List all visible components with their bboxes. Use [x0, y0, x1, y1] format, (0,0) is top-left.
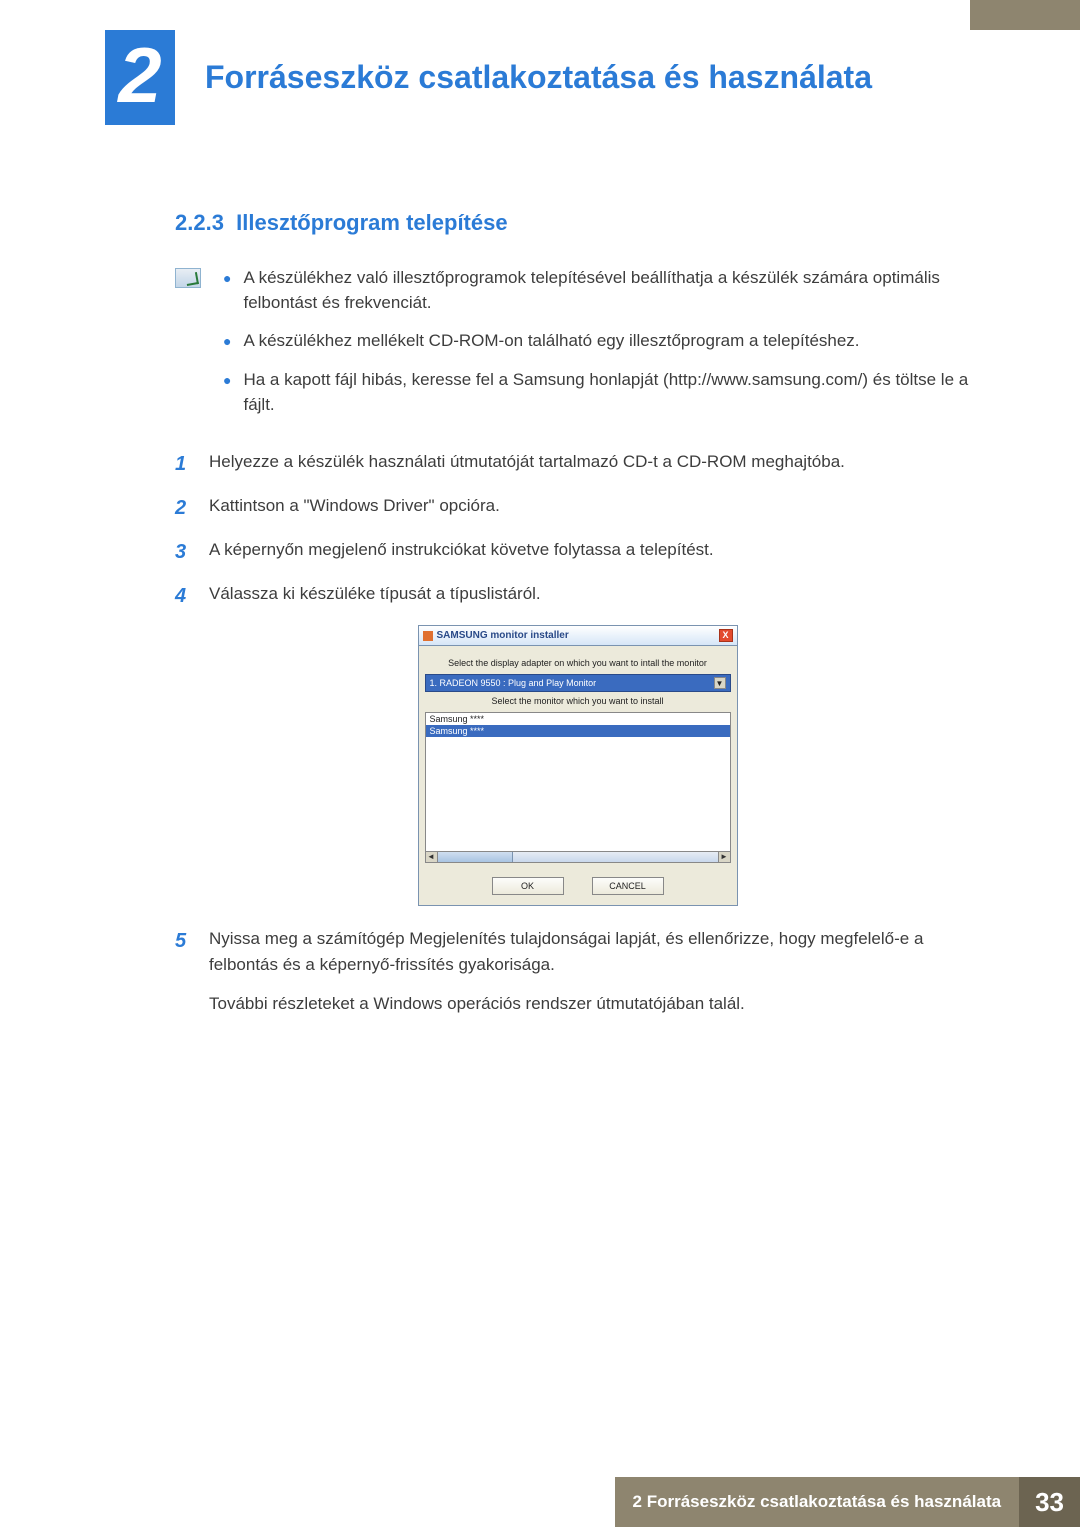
footer-chapter-label: 2 Forráseszköz csatlakoztatása és haszná… [615, 1477, 1020, 1527]
monitor-listbox[interactable]: Samsung **** Samsung **** [425, 712, 731, 852]
footer-page-number: 33 [1019, 1477, 1080, 1527]
section-number: 2.2.3 [175, 210, 224, 235]
step-5: 5 Nyissa meg a számítógép Megjelenítés t… [175, 926, 980, 977]
step-number: 2 [175, 493, 193, 523]
window-titlebar: SAMSUNG monitor installer X [419, 626, 737, 646]
ok-button[interactable]: OK [492, 877, 564, 895]
chapter-header: 2 Forráseszköz csatlakoztatása és haszná… [105, 30, 1080, 125]
note-block: ● A készülékhez való illesztőprogramok t… [175, 266, 980, 431]
bullet-dot-icon: ● [223, 266, 231, 290]
note-bullet-list: ● A készülékhez való illesztőprogramok t… [223, 266, 980, 431]
step-text: Nyissa meg a számítógép Megjelenítés tul… [209, 926, 980, 977]
section-heading: 2.2.3 Illesztőprogram telepítése [175, 210, 980, 236]
step-text: Kattintson a "Windows Driver" opcióra. [209, 493, 980, 519]
step-3: 3 A képernyőn megjelenő instrukciókat kö… [175, 537, 980, 567]
step-2: 2 Kattintson a "Windows Driver" opcióra. [175, 493, 980, 523]
step-1: 1 Helyezze a készülék használati útmutat… [175, 449, 980, 479]
page-content: 2.2.3 Illesztőprogram telepítése ● A kés… [175, 210, 980, 1017]
step-number: 1 [175, 449, 193, 479]
note-icon [175, 268, 201, 288]
window-body: Select the display adapter on which you … [419, 646, 737, 905]
scroll-left-icon[interactable]: ◄ [426, 852, 438, 862]
step-number: 3 [175, 537, 193, 567]
step-text: Válassza ki készüléke típusát a típuslis… [209, 581, 980, 607]
list-item-selected[interactable]: Samsung **** [426, 725, 730, 737]
step-number: 5 [175, 926, 193, 956]
chapter-title: Forráseszköz csatlakoztatása és használa… [205, 59, 872, 96]
scroll-track[interactable] [438, 852, 718, 862]
adapter-dropdown[interactable]: 1. RADEON 9550 : Plug and Play Monitor ▼ [425, 674, 731, 692]
bullet-dot-icon: ● [223, 368, 231, 392]
top-accent-stripe [970, 0, 1080, 30]
scroll-thumb[interactable] [438, 852, 513, 862]
note-bullet-item: ● A készülékhez mellékelt CD-ROM-on talá… [223, 329, 980, 354]
note-bullet-item: ● Ha a kapott fájl hibás, keresse fel a … [223, 368, 980, 417]
note-bullet-item: ● A készülékhez való illesztőprogramok t… [223, 266, 980, 315]
step-text: Helyezze a készülék használati útmutatój… [209, 449, 980, 475]
list-item[interactable]: Samsung **** [426, 713, 730, 725]
page-footer: 2 Forráseszköz csatlakoztatása és haszná… [0, 1477, 1080, 1527]
step-number: 4 [175, 581, 193, 611]
monitor-label: Select the monitor which you want to ins… [425, 696, 731, 706]
dropdown-value: 1. RADEON 9550 : Plug and Play Monitor [430, 678, 597, 688]
close-icon[interactable]: X [719, 629, 733, 642]
cancel-button[interactable]: CANCEL [592, 877, 664, 895]
step-5-extra: További részleteket a Windows operációs … [209, 991, 980, 1017]
section-title: Illesztőprogram telepítése [236, 210, 507, 235]
chevron-down-icon[interactable]: ▼ [714, 677, 726, 689]
adapter-label: Select the display adapter on which you … [425, 658, 731, 668]
bullet-dot-icon: ● [223, 329, 231, 353]
step-4: 4 Válassza ki készüléke típusát a típusl… [175, 581, 980, 611]
button-row: OK CANCEL [425, 877, 731, 895]
app-icon [423, 631, 433, 641]
note-text: A készülékhez mellékelt CD-ROM-on találh… [243, 329, 859, 354]
step-text: A képernyőn megjelenő instrukciókat köve… [209, 537, 980, 563]
note-text: Ha a kapott fájl hibás, keresse fel a Sa… [243, 368, 980, 417]
scroll-right-icon[interactable]: ► [718, 852, 730, 862]
horizontal-scrollbar[interactable]: ◄ ► [425, 851, 731, 863]
window-title: SAMSUNG monitor installer [437, 630, 569, 641]
installer-screenshot: SAMSUNG monitor installer X Select the d… [418, 625, 738, 906]
note-text: A készülékhez való illesztőprogramok tel… [243, 266, 980, 315]
chapter-number: 2 [105, 30, 175, 125]
